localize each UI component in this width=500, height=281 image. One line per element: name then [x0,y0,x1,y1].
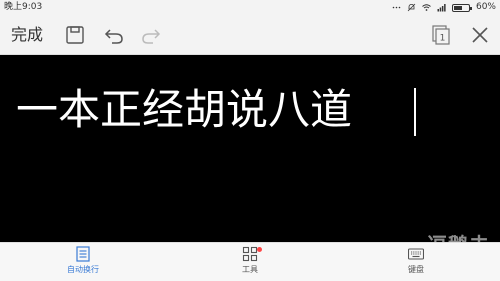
page-count: 1 [440,34,446,44]
battery-icon [451,3,472,12]
keyboard-button[interactable]: 键盘 [366,246,466,275]
keyboard-icon [408,248,424,260]
status-bar: 晚上9:03 60% [0,0,500,15]
editor-text[interactable]: 一本正经胡说八道 [16,80,352,140]
keyboard-label: 键盘 [408,265,424,274]
bottom-bar: 自动换行 工具 键盘 [0,242,500,281]
tools-badge [257,247,262,252]
battery-fill [453,5,462,10]
wrap-label: 自动换行 [67,265,99,274]
redo-icon[interactable] [140,24,162,46]
done-button[interactable]: 完成 [11,15,43,55]
text-caret [414,88,416,136]
signal-icon [437,4,446,12]
more-dots-icon [392,6,401,9]
editor-toolbar: 完成 1 [0,15,500,55]
tools-button[interactable]: 工具 [200,246,300,275]
wifi-icon [422,4,431,11]
text-editor[interactable]: 一本正经胡说八道 [0,55,500,242]
undo-icon[interactable] [103,24,125,46]
mute-bell-icon [407,3,416,12]
status-icons: 60% [392,0,496,15]
wrap-icon [76,246,90,262]
wrap-button[interactable]: 自动换行 [33,246,133,275]
page-count-icon[interactable]: 1 [430,24,452,46]
tools-icon [242,246,258,262]
save-icon[interactable] [64,24,86,46]
close-icon[interactable] [469,24,491,46]
status-time: 晚上9:03 [4,2,43,12]
battery-percent: 60% [475,2,496,12]
tools-label: 工具 [242,265,258,274]
